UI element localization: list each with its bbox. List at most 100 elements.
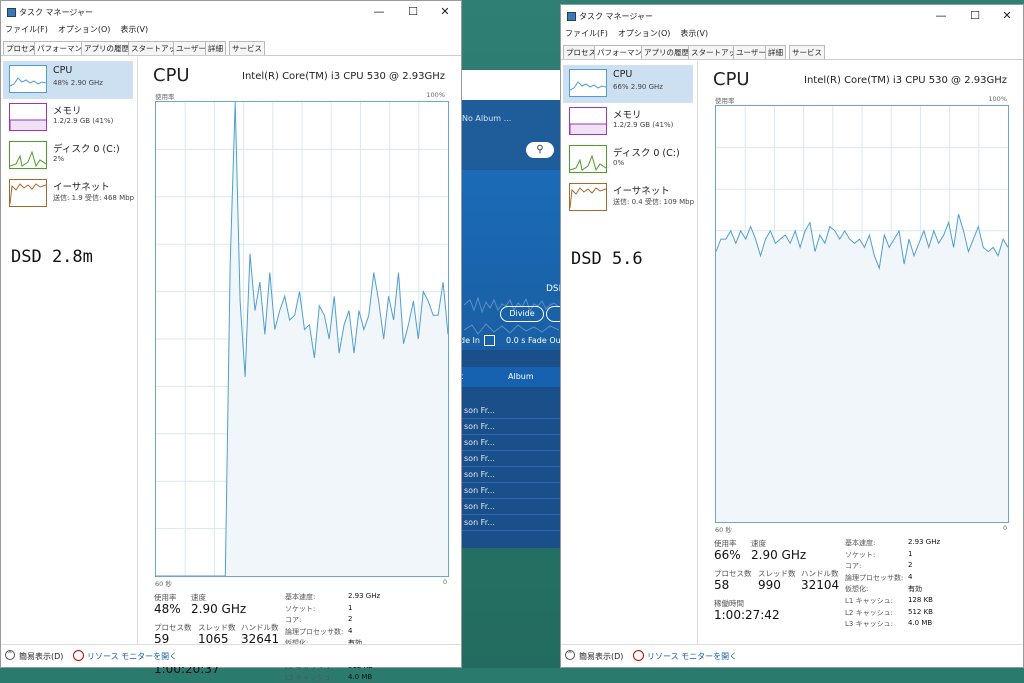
maximize-icon[interactable]: ☐ — [963, 8, 987, 24]
sidebar-item-name: メモリ — [613, 110, 642, 121]
sidebar-item-name: メモリ — [53, 106, 82, 117]
sidebar-item-sub: 送信: 1.9 受信: 468 Mbp — [53, 194, 135, 202]
player-toolbar — [460, 70, 565, 100]
track-row[interactable]: son Fr... — [460, 435, 565, 451]
tab-4[interactable]: ユーザー — [733, 45, 769, 59]
menu-item[interactable]: オプション(O) — [58, 24, 111, 35]
title-bar[interactable]: タスク マネージャー — ☐ ✕ — [1, 1, 461, 25]
tab-4[interactable]: ユーザー — [173, 41, 209, 55]
divide-button[interactable]: Divide — [500, 306, 544, 322]
tab-bar: プロセス パフォーマンス アプリの履歴 スタートアップ ユーザー 詳細 サービス — [561, 43, 1023, 60]
track-row[interactable]: son Fr... — [460, 499, 565, 515]
spec-value: 2 — [908, 561, 913, 570]
task-manager-app-icon — [567, 12, 576, 21]
track-row[interactable]: son Fr... — [460, 419, 565, 435]
close-icon[interactable]: ✕ — [433, 4, 457, 20]
graph-usage-label: 使用率 — [155, 93, 175, 101]
sidebar-thumbnail-graph — [569, 69, 607, 97]
graph-usage-label: 使用率 — [715, 97, 735, 105]
title-bar[interactable]: タスク マネージャー — ☐ ✕ — [561, 5, 1023, 29]
fade-in-label: de In — [460, 336, 480, 345]
sidebar-thumbnail-graph — [569, 107, 607, 135]
resource-monitor-link[interactable]: リソース モニターを開く — [87, 651, 177, 662]
spec-label: コア: — [845, 562, 862, 571]
tab-bar: プロセス パフォーマンス アプリの履歴 スタートアップ ユーザー 詳細 サービス — [1, 39, 461, 56]
perf-sidebar: CPU 66% 2.90 GHz メモリ 1.2/2.9 GB (41%) ディスク 0… — [561, 61, 698, 645]
close-icon[interactable]: ✕ — [995, 8, 1019, 24]
menu-item[interactable]: 表示(V) — [680, 28, 708, 39]
chevron-up-icon[interactable]: ^ — [565, 650, 575, 660]
maximize-icon[interactable]: ☐ — [401, 4, 425, 20]
tab-2[interactable]: アプリの履歴 — [81, 41, 132, 55]
sidebar-item-1[interactable]: メモリ 1.2/2.9 GB (41%) — [563, 103, 693, 141]
stat-value: 2.90 GHz — [191, 602, 247, 616]
sidebar-item-sub: 2% — [53, 155, 65, 163]
sidebar-thumbnail-graph — [9, 103, 47, 131]
spec-label: 基本速度: — [285, 593, 316, 601]
cpu-graph — [715, 105, 1009, 523]
spec-value: 2 — [348, 615, 353, 624]
sidebar-sparkline — [9, 150, 47, 168]
spec-label: 仮想化: — [845, 585, 869, 594]
sidebar-item-sub: 48% 2.90 GHz — [53, 79, 103, 87]
sidebar-item-2[interactable]: ディスク 0 (C:) 0% — [563, 141, 693, 179]
menu-item[interactable]: オプション(O) — [618, 28, 671, 39]
tab-5[interactable]: 詳細 — [765, 45, 786, 59]
column-album[interactable]: Album — [508, 372, 534, 381]
perf-main: CPU Intel(R) Core(TM) i3 CPU 530 @ 2.93GH… — [141, 57, 457, 682]
menu-item[interactable]: ファイル(F) — [5, 24, 48, 35]
sidebar-item-2[interactable]: ディスク 0 (C:) 2% — [3, 137, 133, 175]
sidebar-item-sub: 1.2/2.9 GB (41%) — [53, 117, 114, 125]
resource-monitor-icon — [633, 650, 644, 661]
footer: ^ 簡易表示(D) リソース モニターを開く — [1, 644, 461, 667]
sidebar-item-0[interactable]: CPU 66% 2.90 GHz — [563, 65, 693, 103]
minimize-icon[interactable]: — — [929, 8, 953, 24]
fewer-details-link[interactable]: 簡易表示(D) — [19, 651, 63, 662]
axis-left-label: 60 秒 — [155, 580, 172, 588]
stat-value: 48% — [154, 602, 181, 616]
minimize-icon[interactable]: — — [367, 4, 391, 20]
track-row[interactable]: son Fr... — [460, 483, 565, 499]
fewer-details-link[interactable]: 簡易表示(D) — [579, 651, 623, 662]
sidebar-item-3[interactable]: イーサネット 送信: 1.9 受信: 468 Mbp — [3, 175, 135, 213]
sidebar-sparkline — [9, 119, 46, 130]
tab-2[interactable]: アプリの履歴 — [641, 45, 692, 59]
sidebar-sparkline — [569, 187, 607, 209]
resource-monitor-link[interactable]: リソース モニターを開く — [647, 651, 737, 662]
spec-value: 4.0 MB — [348, 673, 373, 682]
fade-in-checkbox[interactable] — [484, 335, 495, 346]
window-title: タスク マネージャー — [579, 12, 653, 21]
sidebar-item-name: CPU — [53, 65, 73, 76]
track-row[interactable]: son Fr... — [460, 467, 565, 483]
menu-item[interactable]: ファイル(F) — [565, 28, 608, 39]
menu-item[interactable]: 表示(V) — [120, 24, 148, 35]
cpu-model: Intel(R) Core(TM) i3 CPU 530 @ 2.93GHz — [242, 71, 445, 82]
spec-value: 1 — [348, 603, 353, 612]
axis-left-label: 60 秒 — [715, 526, 732, 534]
sidebar-thumbnail-graph — [569, 183, 607, 211]
sidebar-sparkline — [9, 77, 47, 87]
sidebar-item-1[interactable]: メモリ 1.2/2.9 GB (41%) — [3, 99, 133, 137]
sidebar-item-3[interactable]: イーサネット 送信: 0.4 受信: 109 Mbp — [563, 179, 695, 217]
sidebar-sparkline — [569, 154, 607, 172]
task-manager-window-right: タスク マネージャー — ☐ ✕ ファイル(F) オプション(O) 表示(V) プロセス パフォ… — [560, 4, 1024, 668]
tab-5[interactable]: 詳細 — [205, 41, 226, 55]
spec-label: 論理プロセッサ数: — [285, 627, 344, 636]
media-player-window: No Album ... ⚲ DSD Divide de In 0.0 s Fa… — [460, 70, 568, 548]
track-row[interactable]: son Fr... — [460, 515, 565, 531]
track-row[interactable]: son Fr... — [460, 403, 565, 419]
stat-value: 1:00:27:42 — [714, 608, 780, 622]
search-icon[interactable]: ⚲ — [526, 142, 554, 158]
window-title: タスク マネージャー — [19, 8, 93, 17]
chevron-up-icon[interactable]: ^ — [5, 650, 15, 660]
sidebar-item-0[interactable]: CPU 48% 2.90 GHz — [3, 61, 133, 99]
sidebar-thumbnail-graph — [569, 145, 607, 173]
tab-6[interactable]: サービス — [789, 45, 825, 59]
tab-6[interactable]: サービス — [229, 41, 265, 55]
cpu-area — [716, 214, 1008, 522]
overlay-caption: DSD 2.8m — [11, 247, 93, 267]
sidebar-item-sub: 送信: 0.4 受信: 109 Mbp — [613, 198, 695, 206]
axis-right-label: 0 — [443, 578, 448, 586]
track-row[interactable]: son Fr... — [460, 451, 565, 467]
resource-monitor-icon — [73, 650, 84, 661]
